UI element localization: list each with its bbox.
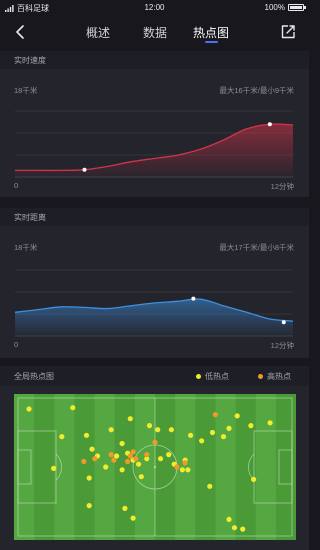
distance-section-title: 实时距离 — [0, 208, 309, 226]
pitch-stripe — [14, 394, 35, 540]
low-heat-point — [108, 427, 114, 433]
heatmap-header: 全局热点图 低热点 高热点 — [0, 366, 309, 386]
high-heat-point — [152, 439, 158, 445]
low-heat-point — [86, 503, 92, 509]
heatmap-card — [0, 386, 309, 550]
low-heat-point — [220, 434, 227, 440]
low-heat-point — [168, 427, 174, 433]
low-heat-point — [267, 420, 273, 426]
high-heat-point — [182, 460, 188, 466]
low-heat-point — [248, 423, 254, 429]
legend-high-label: 高热点 — [267, 372, 291, 381]
low-heat-point — [155, 427, 161, 433]
pitch-stripe — [215, 394, 237, 540]
high-heat-point — [92, 456, 98, 462]
speed-area — [15, 123, 293, 177]
distance-x-start: 0 — [14, 340, 19, 349]
tab-data[interactable]: 数据 — [143, 24, 167, 41]
battery-icon — [288, 4, 306, 11]
low-heat-point — [226, 425, 232, 431]
distance-marker — [281, 320, 286, 325]
legend-low: 低热点 — [196, 371, 229, 382]
low-heat-point — [86, 475, 92, 481]
pitch-stripe — [74, 394, 96, 540]
low-heat-point — [70, 405, 76, 411]
high-heat-point — [125, 458, 131, 465]
low-heat-point — [199, 438, 205, 444]
speed-chart-card: 18千米 最大16千米/最小9千米 0 12分钟 — [0, 69, 309, 197]
low-heat-point — [127, 416, 133, 422]
top-nav: 概述 数据 热点图 — [0, 16, 309, 49]
status-time: 12:00 — [144, 3, 165, 12]
football-pitch — [14, 394, 296, 540]
low-heat-point — [26, 406, 32, 412]
low-heat-point — [185, 467, 191, 473]
low-heat-point — [157, 456, 164, 462]
speed-marker — [82, 167, 87, 172]
low-heat-point — [226, 516, 232, 522]
distance-marker — [191, 296, 196, 301]
legend-high: 高热点 — [258, 371, 291, 382]
legend-low-label: 低热点 — [205, 372, 229, 381]
high-heat-point — [174, 464, 180, 470]
distance-x-end: 12分钟 — [270, 341, 294, 350]
low-heat-point — [119, 440, 125, 447]
low-heat-point — [119, 467, 125, 473]
low-heat-point — [138, 474, 144, 480]
high-heat-point — [81, 458, 87, 465]
low-heat-point — [51, 465, 57, 471]
low-heat-point — [130, 515, 136, 521]
high-heat-point — [130, 449, 136, 455]
speed-section-title: 实时速度 — [0, 51, 309, 69]
high-heat-point — [144, 452, 150, 458]
distance-area — [15, 299, 293, 336]
status-right: 100% — [264, 3, 306, 12]
low-heat-point — [231, 525, 238, 531]
back-arrow-icon[interactable] — [12, 23, 30, 41]
low-heat-point — [146, 423, 153, 429]
status-bar: 百科足球 12:00 100% — [0, 0, 309, 16]
tab-overview[interactable]: 概述 — [86, 24, 110, 41]
distance-chart-card: 18千米 最大17千米/最小8千米 0 12分钟 — [0, 226, 309, 358]
high-heat-point — [111, 457, 117, 463]
low-heat-point — [209, 429, 216, 436]
pitch-stripe — [155, 394, 176, 540]
tab-heatmap[interactable]: 热点图 — [193, 24, 229, 41]
legend-low-dot — [196, 374, 201, 379]
low-heat-point — [188, 432, 194, 438]
speed-chart — [14, 110, 294, 178]
low-heat-point — [240, 526, 246, 532]
high-heat-point — [212, 412, 218, 418]
speed-marker — [267, 122, 272, 127]
low-heat-point — [234, 413, 240, 419]
low-heat-point — [207, 483, 213, 489]
low-heat-point — [251, 476, 257, 482]
speed-x-end: 12分钟 — [270, 182, 294, 191]
distance-chart — [14, 269, 294, 337]
low-heat-point — [179, 467, 185, 473]
share-icon[interactable] — [279, 23, 297, 41]
center-spot — [153, 465, 157, 469]
low-heat-point — [136, 461, 142, 467]
pitch-stripe — [54, 394, 75, 540]
low-heat-point — [122, 505, 128, 511]
low-heat-point — [89, 446, 95, 452]
heatmap-title: 全局热点图 — [14, 372, 54, 381]
active-tab-indicator — [205, 41, 218, 43]
high-heat-point — [133, 456, 139, 462]
low-heat-point — [166, 452, 172, 458]
battery-percent: 100% — [264, 3, 285, 12]
high-heat-point — [108, 452, 114, 458]
low-heat-point — [103, 464, 109, 470]
low-heat-point — [59, 434, 65, 440]
legend-high-dot — [258, 374, 263, 379]
speed-x-start: 0 — [14, 181, 19, 190]
pitch-stripe — [255, 394, 277, 540]
low-heat-point — [83, 432, 90, 438]
pitch-stripe — [134, 394, 156, 540]
pitch-stripe — [195, 394, 216, 540]
